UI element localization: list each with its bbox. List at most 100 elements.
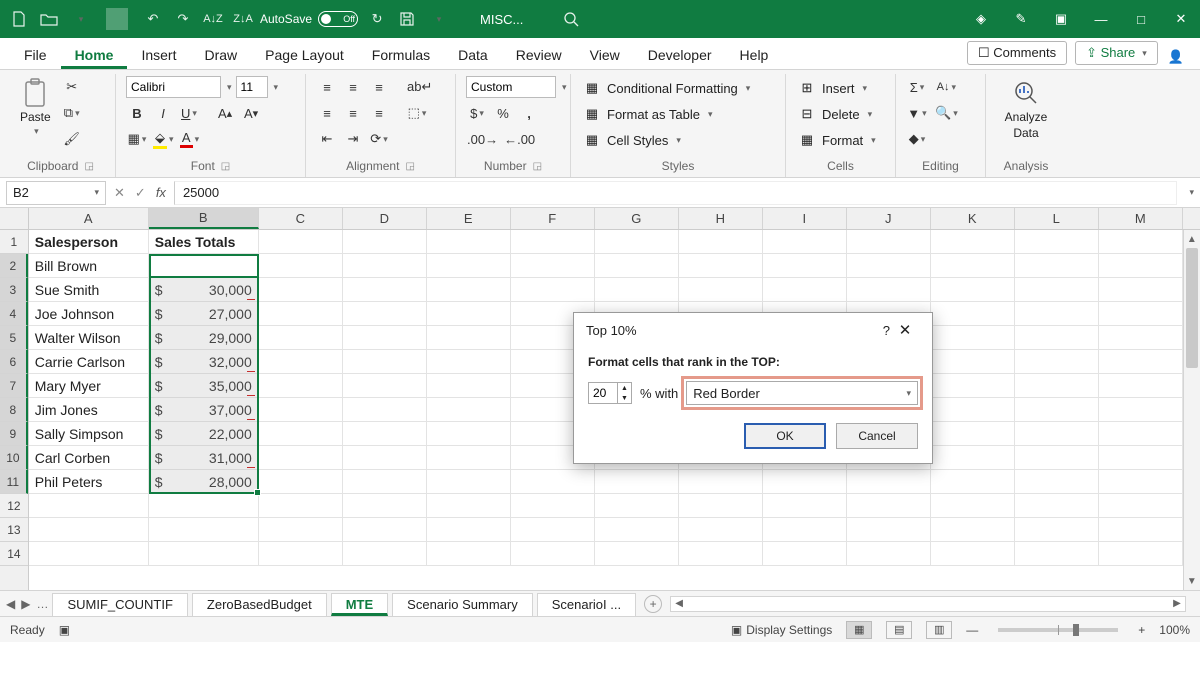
brush-icon[interactable]: ✎ <box>1010 11 1032 27</box>
sort-desc-icon[interactable]: Z↓A <box>232 8 254 30</box>
cell-I14[interactable] <box>763 542 847 566</box>
clear-button[interactable]: ◆▾ <box>906 128 928 150</box>
page-break-view-button[interactable]: ▥ <box>926 621 952 639</box>
cell-C13[interactable] <box>259 518 343 542</box>
cell-D11[interactable] <box>343 470 427 494</box>
col-header-I[interactable]: I <box>763 208 847 229</box>
cell-H14[interactable] <box>679 542 763 566</box>
cell-B4[interactable]: $27,000 <box>149 302 259 326</box>
add-sheet-button[interactable]: + <box>644 595 662 613</box>
cell-C11[interactable] <box>259 470 343 494</box>
new-file-icon[interactable] <box>8 8 30 30</box>
percent-format-button[interactable]: % <box>492 102 514 124</box>
fill-button[interactable]: ▼▾ <box>906 102 928 124</box>
vertical-scrollbar[interactable]: ▲ ▼ <box>1183 230 1200 590</box>
font-name-dropdown-icon[interactable]: ▾ <box>227 82 232 93</box>
tab-developer[interactable]: Developer <box>634 41 726 69</box>
fx-icon[interactable]: fx <box>156 185 166 201</box>
select-all-corner[interactable] <box>0 208 29 230</box>
row-header-5[interactable]: 5 <box>0 326 28 350</box>
hscroll-right-icon[interactable]: ▶ <box>1169 598 1185 609</box>
cell-G2[interactable] <box>595 254 679 278</box>
cell-M1[interactable] <box>1099 230 1183 254</box>
cell-H3[interactable] <box>679 278 763 302</box>
save-dropdown-icon[interactable]: ▾ <box>428 8 450 30</box>
cell-M7[interactable] <box>1099 374 1183 398</box>
format-as-table-button[interactable]: ▦Format as Table▾ <box>581 104 715 124</box>
decrease-decimal-button[interactable]: ←.00 <box>503 128 536 150</box>
row-header-12[interactable]: 12 <box>0 494 28 518</box>
border-button[interactable]: ▦▾ <box>126 128 148 150</box>
tab-formulas[interactable]: Formulas <box>358 41 444 69</box>
cell-M2[interactable] <box>1099 254 1183 278</box>
ok-button[interactable]: OK <box>744 423 826 449</box>
cell-D10[interactable] <box>343 446 427 470</box>
cell-F12[interactable] <box>511 494 595 518</box>
cell-C1[interactable] <box>259 230 343 254</box>
cell-F11[interactable] <box>511 470 595 494</box>
cell-D2[interactable] <box>343 254 427 278</box>
autosum-button[interactable]: Σ▾ <box>906 76 928 98</box>
cell-A5[interactable]: Walter Wilson <box>29 326 149 350</box>
cancel-button[interactable]: Cancel <box>836 423 918 449</box>
cell-A8[interactable]: Jim Jones <box>29 398 149 422</box>
col-header-B[interactable]: B <box>149 208 259 229</box>
decrease-font-button[interactable]: A▾ <box>240 102 262 124</box>
ribbon-display-icon[interactable]: ▣ <box>1050 11 1072 27</box>
sheet-tab-zerobasedbudget[interactable]: ZeroBasedBudget <box>192 593 327 616</box>
page-layout-view-button[interactable]: ▤ <box>886 621 912 639</box>
undo-icon[interactable]: ↶ <box>142 8 164 30</box>
cell-E7[interactable] <box>427 374 511 398</box>
col-header-K[interactable]: K <box>931 208 1015 229</box>
cell-F13[interactable] <box>511 518 595 542</box>
italic-button[interactable]: I <box>152 102 174 124</box>
comma-format-button[interactable]: , <box>518 102 540 124</box>
align-top-button[interactable]: ≡ <box>316 76 338 98</box>
cell-C8[interactable] <box>259 398 343 422</box>
align-right-button[interactable]: ≡ <box>368 102 390 124</box>
cell-I3[interactable] <box>763 278 847 302</box>
combobox-dropdown-icon[interactable]: ▾ <box>906 388 911 399</box>
save-icon[interactable] <box>396 8 418 30</box>
cell-M13[interactable] <box>1099 518 1183 542</box>
delete-cells-button[interactable]: ⊟Delete▾ <box>796 104 874 124</box>
row-header-1[interactable]: 1 <box>0 230 28 254</box>
cell-A4[interactable]: Joe Johnson <box>29 302 149 326</box>
cell-G3[interactable] <box>595 278 679 302</box>
dialog-help-icon[interactable]: ? <box>883 323 890 338</box>
cell-B14[interactable] <box>149 542 259 566</box>
underline-button[interactable]: U▾ <box>178 102 200 124</box>
cell-J12[interactable] <box>847 494 931 518</box>
zoom-level[interactable]: 100% <box>1159 623 1190 637</box>
cell-C9[interactable] <box>259 422 343 446</box>
autosave-switch[interactable]: Off <box>318 11 358 27</box>
cell-L2[interactable] <box>1015 254 1099 278</box>
cell-J3[interactable] <box>847 278 931 302</box>
cell-B3[interactable]: $30,000 <box>149 278 259 302</box>
scroll-down-icon[interactable]: ▼ <box>1184 572 1200 590</box>
tab-view[interactable]: View <box>576 41 634 69</box>
cell-L13[interactable] <box>1015 518 1099 542</box>
cell-F2[interactable] <box>511 254 595 278</box>
row-header-7[interactable]: 7 <box>0 374 28 398</box>
col-header-G[interactable]: G <box>595 208 679 229</box>
cell-K14[interactable] <box>931 542 1015 566</box>
merge-center-button[interactable]: ⬚▾ <box>406 102 428 124</box>
cell-E6[interactable] <box>427 350 511 374</box>
cell-D9[interactable] <box>343 422 427 446</box>
hscroll-left-icon[interactable]: ◀ <box>671 598 687 609</box>
cell-K3[interactable] <box>931 278 1015 302</box>
wrap-text-button[interactable]: ab↵ <box>406 76 433 98</box>
format-painter-button[interactable]: 🖌 <box>61 128 83 150</box>
row-header-6[interactable]: 6 <box>0 350 28 374</box>
copy-button[interactable]: ⧉▾ <box>61 102 83 124</box>
cell-G1[interactable] <box>595 230 679 254</box>
tab-review[interactable]: Review <box>502 41 576 69</box>
row-header-11[interactable]: 11 <box>0 470 28 494</box>
redo-icon[interactable]: ↷ <box>172 8 194 30</box>
tab-help[interactable]: Help <box>726 41 783 69</box>
cell-I1[interactable] <box>763 230 847 254</box>
cell-B9[interactable]: $22,000 <box>149 422 259 446</box>
cell-A2[interactable]: Bill Brown <box>29 254 149 278</box>
cell-J1[interactable] <box>847 230 931 254</box>
